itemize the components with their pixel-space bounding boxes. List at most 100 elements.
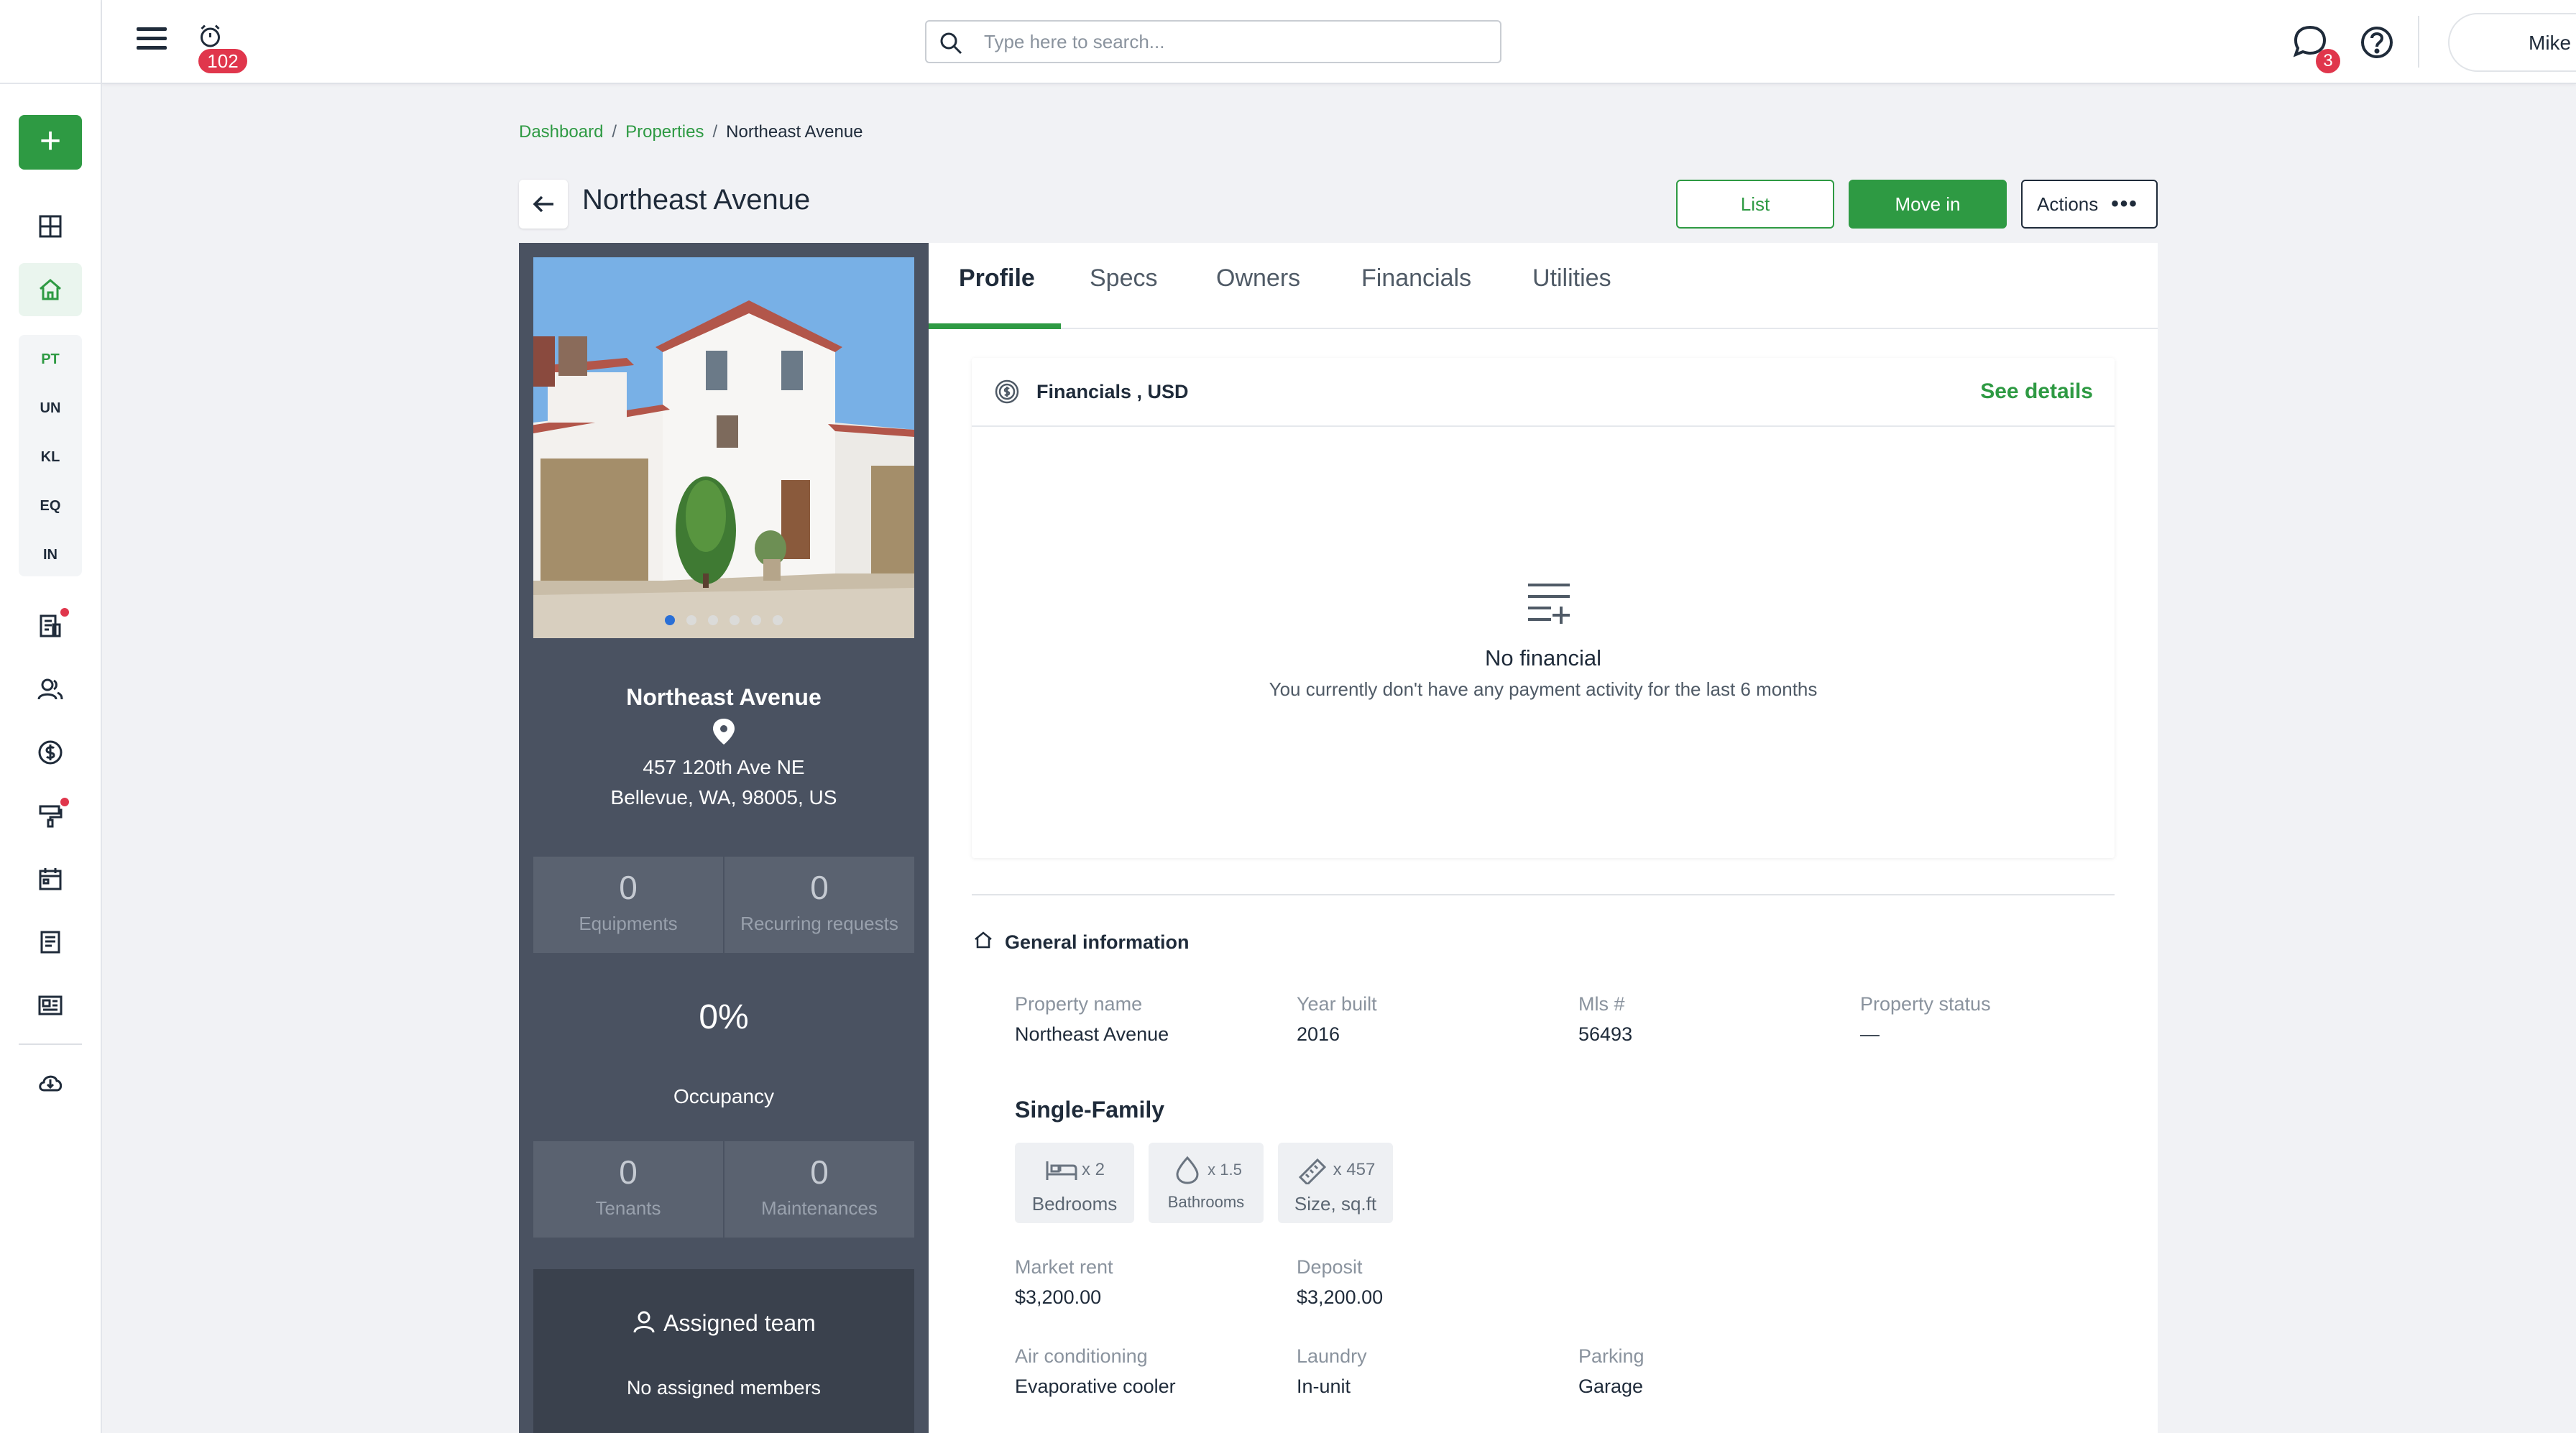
sidebar: + PT UN KL EQ IN [0,0,102,1433]
actions-button[interactable]: Actions ••• [2021,180,2158,229]
reports-icon[interactable] [19,979,82,1032]
carousel-dot[interactable] [773,615,783,625]
tab-financials[interactable]: Financials [1360,264,1473,292]
search-input[interactable] [984,27,1487,56]
property-status-value: — [1860,1023,1880,1045]
carousel-dot[interactable] [708,615,718,625]
financials-title: Financials , USD [1036,381,1189,402]
bathrooms-chip: x 1.5 Bathrooms [1149,1143,1264,1223]
recurring-requests-count: 0 [810,869,829,906]
tenants-stat[interactable]: 0 Tenants [533,1141,723,1238]
deposit-value: $3,200.00 [1297,1286,1384,1308]
page-title: Northeast Avenue [582,184,811,216]
alarm-count-badge: 102 [198,49,247,73]
documents-icon[interactable] [19,916,82,969]
submenu-item-kl[interactable]: KL [19,433,82,481]
air-conditioning-label: Air conditioning [1015,1345,1148,1367]
dollar-circle-icon [995,379,1019,404]
size-count: x 457 [1333,1160,1376,1179]
submenu-item-eq[interactable]: EQ [19,481,82,530]
property-photo[interactable] [533,257,914,638]
home-icon[interactable] [19,263,82,316]
mls-label: Mls # [1578,993,1625,1015]
maintenance-icon[interactable] [19,789,82,842]
top-bar: 102 3 Mike [102,0,2576,84]
bedrooms-label: Bedrooms [1031,1193,1118,1215]
help-icon[interactable] [2359,24,2395,60]
carousel-dot[interactable] [686,615,696,625]
property-submenu: PT UN KL EQ IN [19,335,82,576]
year-built-value: 2016 [1297,1023,1340,1045]
sidebar-divider [19,1043,82,1045]
active-tab-indicator [929,323,1061,329]
search-icon [940,32,962,55]
property-address-line2: Bellevue, WA, 98005, US [610,786,837,808]
hamburger-menu-icon[interactable] [131,22,174,62]
breadcrumb-dashboard[interactable]: Dashboard [519,122,603,142]
recurring-requests-stat[interactable]: 0 Recurring requests [724,857,914,953]
arrow-left-icon [533,195,553,213]
search-box[interactable] [925,20,1501,63]
tab-owners[interactable]: Owners [1215,264,1302,292]
user-menu[interactable]: Mike [2448,13,2576,72]
notification-dot [60,608,69,617]
property-summary-panel: Northeast Avenue 457 120th Ave NE Bellev… [519,243,929,1433]
deposit-label: Deposit [1297,1256,1363,1278]
list-button[interactable]: List [1676,180,1834,229]
breadcrumb-properties[interactable]: Properties [625,122,704,142]
occupancy-label: Occupancy [673,1085,775,1107]
bathrooms-count: x 1.5 [1208,1161,1242,1179]
carousel-dot[interactable] [665,615,675,625]
back-button[interactable] [519,180,568,229]
general-info-heading: General information [973,930,1190,954]
breadcrumb-current: Northeast Avenue [726,122,863,142]
house-photo-image [533,257,914,638]
carousel-dot[interactable] [751,615,761,625]
user-name: Mike [2529,32,2572,54]
laundry-value: In-unit [1297,1376,1351,1397]
add-new-button[interactable]: + [19,115,82,170]
equipments-count: 0 [619,869,638,906]
maintenances-stat[interactable]: 0 Maintenances [724,1141,914,1238]
assigned-team-label: Assigned team [663,1310,816,1336]
bed-icon [1046,1161,1077,1180]
bedrooms-chip: x 2 Bedrooms [1015,1143,1134,1223]
general-info-title: General information [1005,931,1190,953]
parking-label: Parking [1578,1345,1644,1367]
parking-value: Garage [1578,1376,1644,1397]
leases-icon[interactable] [19,599,82,653]
market-rent-value: $3,200.00 [1015,1286,1102,1308]
breadcrumb: Dashboard / Properties / Northeast Avenue [519,122,863,142]
dashboard-icon[interactable] [19,200,82,253]
tab-utilities[interactable]: Utilities [1531,264,1613,292]
dollar-icon[interactable] [19,726,82,779]
chat-count-badge: 3 [2316,49,2340,73]
assigned-team-empty: No assigned members [626,1377,822,1399]
occupancy-value: 0% [699,998,749,1036]
breadcrumb-separator: / [612,122,617,142]
property-name-label: Property name [1015,993,1143,1015]
download-cloud-icon[interactable] [19,1056,82,1110]
financials-card-header: Financials , USD See details [972,358,2115,427]
property-name-value: Northeast Avenue [1015,1023,1169,1045]
photo-carousel-dots [533,615,914,629]
people-icon[interactable] [19,663,82,716]
actions-label: Actions [2037,193,2099,215]
tab-specs[interactable]: Specs [1088,264,1159,292]
tab-bar: Profile Specs Owners Financials Utilitie… [929,243,2158,329]
equipments-stat[interactable]: 0 Equipments [533,857,723,953]
move-in-button[interactable]: Move in [1849,180,2007,229]
carousel-dot[interactable] [730,615,740,625]
property-name: Northeast Avenue [626,684,822,710]
ruler-icon [1298,1158,1326,1184]
submenu-item-in[interactable]: IN [19,530,82,579]
equipments-label: Equipments [579,913,678,934]
section-divider [972,894,2115,895]
see-details-link[interactable]: See details [1980,379,2093,404]
bathrooms-label: Bathrooms [1167,1193,1245,1211]
calendar-icon[interactable] [19,852,82,906]
tenants-count: 0 [619,1153,638,1191]
submenu-item-pt[interactable]: PT [19,335,82,384]
tab-profile[interactable]: Profile [957,264,1036,292]
submenu-item-un[interactable]: UN [19,384,82,433]
